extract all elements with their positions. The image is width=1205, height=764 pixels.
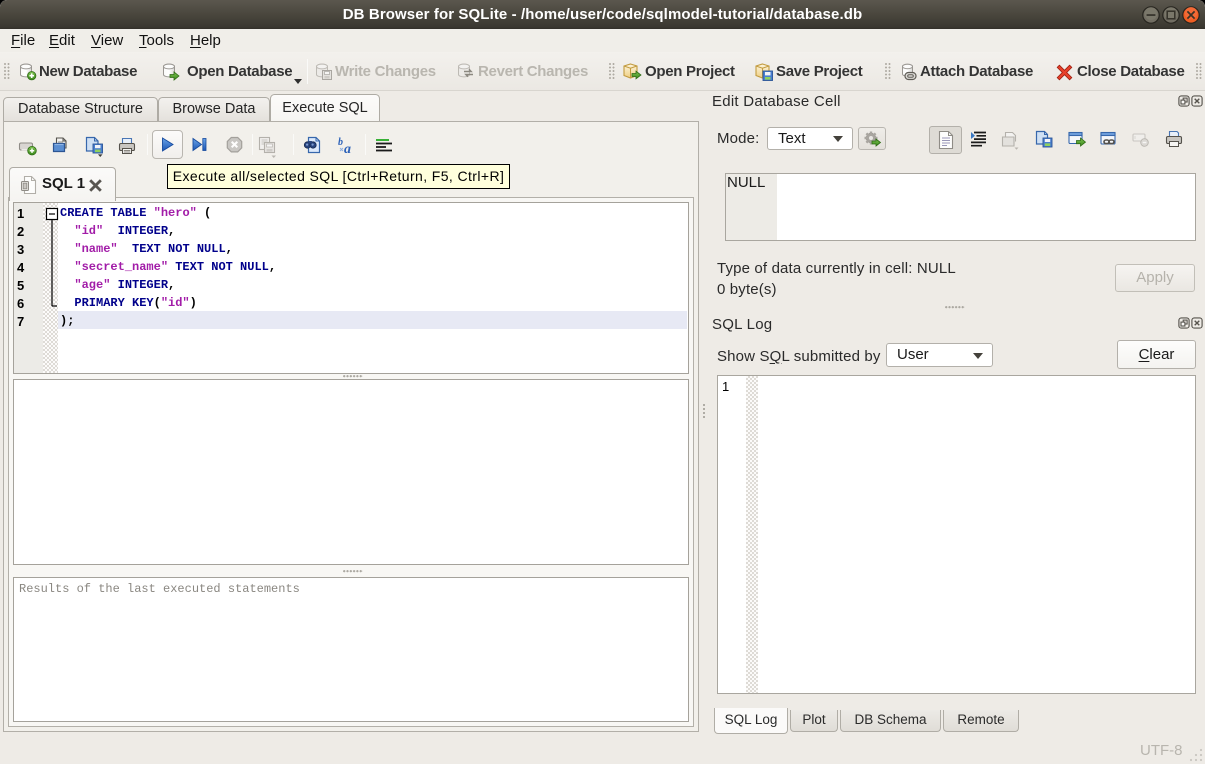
- svg-text:b: b: [338, 137, 343, 148]
- svg-text:a: a: [344, 142, 351, 157]
